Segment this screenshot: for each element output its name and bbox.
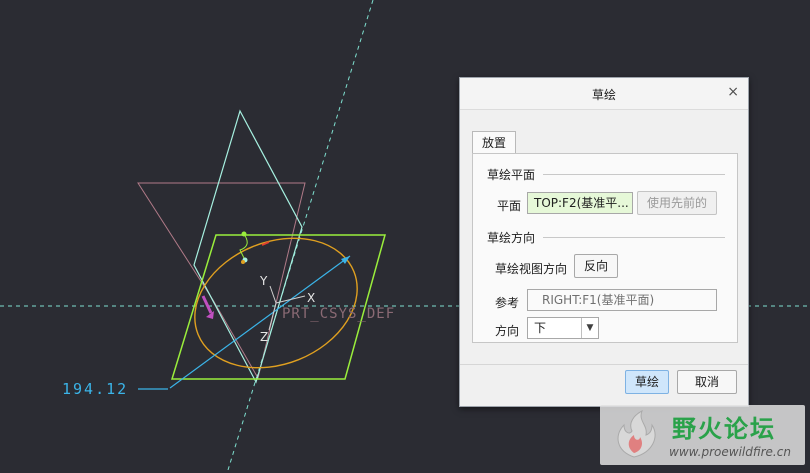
- cancel-button[interactable]: 取消: [677, 370, 737, 394]
- direction-arrow[interactable]: [201, 295, 213, 314]
- axis-label-z: Z: [260, 330, 269, 344]
- footer-divider: [460, 364, 748, 365]
- reference-label: 参考: [495, 296, 520, 310]
- plane-handle-dot[interactable]: [241, 231, 247, 237]
- sketch-orientation-section-title: 草绘方向: [487, 231, 536, 245]
- plane-label: 平面: [497, 199, 522, 213]
- orientation-select[interactable]: 下 ▼: [527, 317, 599, 339]
- plane-handle[interactable]: [239, 233, 248, 261]
- axis-label-x: X: [307, 291, 316, 305]
- circle-handle-dot[interactable]: [241, 260, 245, 264]
- flame-logo-icon: [617, 409, 656, 458]
- use-previous-button[interactable]: 使用先前的: [637, 191, 717, 215]
- placement-panel: 草绘平面 平面 TOP:F2(基准平... 使用先前的 草绘方向 草绘视图方向 …: [472, 153, 738, 343]
- section-divider: [543, 237, 725, 238]
- sketch-dialog: 草绘 × 放置 草绘平面 平面 TOP:F2(基准平... 使用先前的 草绘方向…: [459, 77, 749, 407]
- sketch-ok-button[interactable]: 草绘: [625, 370, 669, 394]
- diameter-dimension[interactable]: 194.12: [62, 380, 128, 398]
- csys-label: PRT_CSYS_DEF: [282, 306, 396, 322]
- chevron-down-icon[interactable]: ▼: [581, 318, 598, 338]
- watermark-title: 野火论坛: [672, 415, 776, 443]
- dialog-titlebar[interactable]: 草绘 ×: [460, 78, 748, 110]
- csys-y-axis: [269, 285, 277, 304]
- view-direction-label: 草绘视图方向: [495, 262, 568, 276]
- dialog-title: 草绘: [591, 88, 616, 102]
- sketch-plane-section-title: 草绘平面: [487, 168, 536, 182]
- close-icon[interactable]: ×: [727, 84, 739, 100]
- axis-label-y: Y: [260, 274, 268, 288]
- watermark: 野火论坛 www.proewildfire.cn: [600, 405, 805, 465]
- orientation-value: 下: [534, 321, 547, 335]
- flip-button[interactable]: 反向: [574, 254, 618, 278]
- section-divider: [543, 174, 725, 175]
- datum-plane-right[interactable]: [193, 109, 303, 384]
- datum-plane-front[interactable]: [137, 182, 306, 380]
- plane-field[interactable]: TOP:F2(基准平...: [527, 192, 633, 214]
- reference-field[interactable]: RIGHT:F1(基准平面): [527, 289, 717, 311]
- tab-placement[interactable]: 放置: [472, 131, 516, 154]
- orientation-label: 方向: [495, 324, 520, 338]
- watermark-url: www.proewildfire.cn: [669, 445, 791, 459]
